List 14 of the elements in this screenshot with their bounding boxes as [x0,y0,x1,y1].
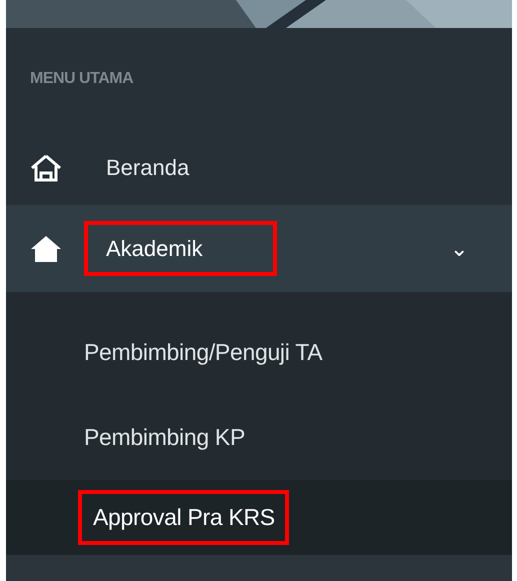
chevron-icon: ⌄ [450,238,468,260]
submenu-item[interactable]: Pembimbing KP [6,395,512,480]
submenu-label: Pembimbing/Penguji TA [83,338,324,367]
submenu-item[interactable]: Pembimbing/Penguji TA [6,310,512,395]
menu-label: Akademik [84,221,277,276]
house-icon [30,234,62,264]
section-label: MENU UTAMA [30,70,134,88]
submenu-item[interactable]: Approval Pra KRS [6,480,512,555]
house-icon [30,152,62,182]
menu-item[interactable]: Akademik ⌄ [6,205,512,292]
submenu-label: Pembimbing KP [83,423,246,452]
menu-label: Beranda [105,154,190,182]
submenu-label: Approval Pra KRS [78,490,289,545]
menu-item[interactable]: Beranda [6,130,512,205]
